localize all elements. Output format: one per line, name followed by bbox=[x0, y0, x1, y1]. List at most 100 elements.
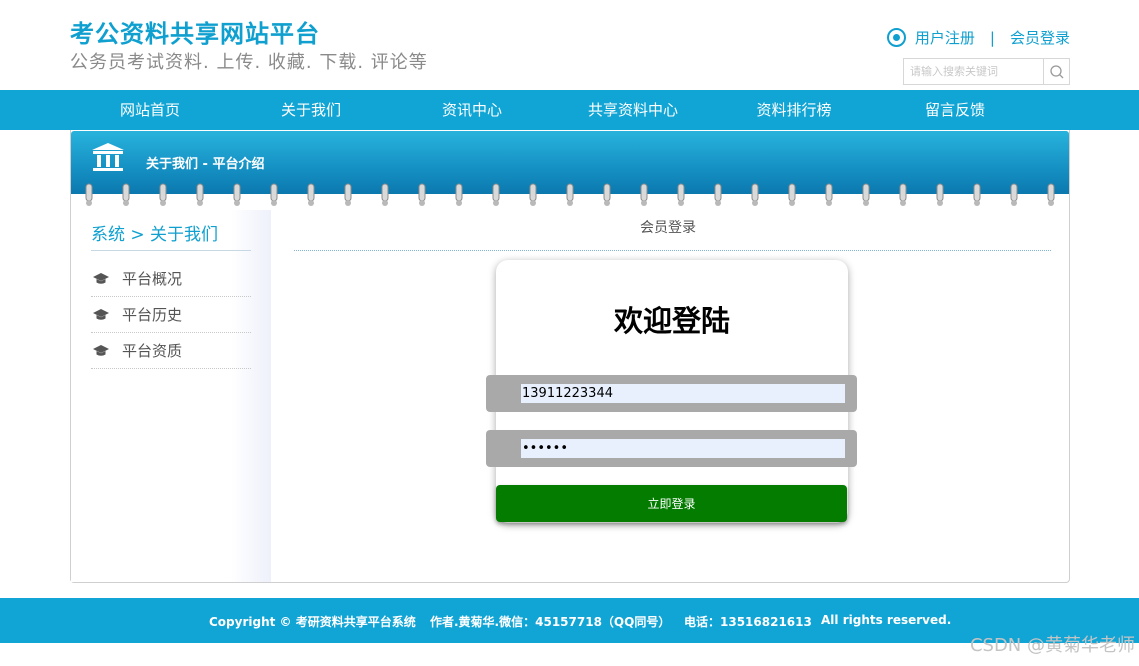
top-links: 用户注册 | 会员登录 bbox=[886, 27, 1070, 48]
binder-ring bbox=[344, 183, 352, 202]
binder-hole bbox=[308, 200, 314, 206]
binder-hole bbox=[345, 200, 351, 206]
footer-phone: 电话：13516821613 bbox=[684, 615, 812, 629]
breadcrumb-divider bbox=[294, 250, 1051, 251]
binder-hole bbox=[863, 200, 869, 206]
binder-hole bbox=[456, 200, 462, 206]
binder-ring bbox=[825, 183, 833, 202]
binder-hole bbox=[493, 200, 499, 206]
binder-ring bbox=[677, 183, 685, 202]
binder-hole bbox=[826, 200, 832, 206]
binder-ring bbox=[973, 183, 981, 202]
sidebar-item-overview[interactable]: 平台概况 bbox=[91, 261, 251, 297]
content-box: 关于我们 - 平台介绍 系统 > 关于我们 平台概况 平台历史 平台资质 会员登… bbox=[70, 130, 1070, 583]
binder-hole bbox=[86, 200, 92, 206]
binder-hole bbox=[1011, 200, 1017, 206]
search-button[interactable] bbox=[1043, 59, 1069, 84]
binder-ring bbox=[233, 183, 241, 202]
nav-shared-materials[interactable]: 共享资料中心 bbox=[588, 90, 678, 130]
binder-ring bbox=[270, 183, 278, 202]
login-title: 欢迎登陆 bbox=[613, 304, 730, 338]
banner-text: 关于我们 - 平台介绍 bbox=[146, 157, 265, 172]
sidebar-title: 系统 > 关于我们 bbox=[91, 225, 219, 245]
binder-ring bbox=[122, 183, 130, 202]
binder-hole bbox=[419, 200, 425, 206]
sidebar-divider bbox=[91, 250, 251, 251]
sidebar-item-label: 平台概况 bbox=[122, 270, 183, 288]
binder-ring bbox=[1010, 183, 1018, 202]
binder-hole bbox=[123, 200, 129, 206]
binder-hole bbox=[641, 200, 647, 206]
search-icon bbox=[1049, 64, 1063, 78]
binder-hole bbox=[789, 200, 795, 206]
register-link[interactable]: 用户注册 bbox=[915, 27, 975, 48]
binder-hole bbox=[271, 200, 277, 206]
binder-ring bbox=[936, 183, 944, 202]
binder-ring bbox=[492, 183, 500, 202]
password-input[interactable] bbox=[521, 439, 845, 458]
graduation-cap-icon bbox=[93, 272, 109, 285]
binder-hole bbox=[752, 200, 758, 206]
binder-hole bbox=[678, 200, 684, 206]
binder-ring bbox=[159, 183, 167, 202]
binder-hole bbox=[382, 200, 388, 206]
password-field-wrapper bbox=[486, 430, 857, 467]
graduation-cap-icon bbox=[93, 308, 109, 321]
footer: Copyright © 考研资料共享平台系统 作者.黄菊华.微信：4515771… bbox=[0, 598, 1139, 643]
site-title: 考公资料共享网站平台 bbox=[70, 20, 320, 48]
nav-news[interactable]: 资讯中心 bbox=[442, 90, 502, 130]
binder-hole bbox=[530, 200, 536, 206]
link-separator: | bbox=[989, 28, 995, 47]
binder-ring bbox=[455, 183, 463, 202]
binder-ring bbox=[640, 183, 648, 202]
graduation-cap-icon bbox=[93, 344, 109, 357]
binder-hole bbox=[1048, 200, 1054, 206]
binder-ring bbox=[418, 183, 426, 202]
binder-ring bbox=[714, 183, 722, 202]
binder-ring bbox=[788, 183, 796, 202]
sidebar-item-history[interactable]: 平台历史 bbox=[91, 297, 251, 333]
binder-hole bbox=[974, 200, 980, 206]
nav-ranking[interactable]: 资料排行榜 bbox=[756, 90, 831, 130]
binder-ring bbox=[196, 183, 204, 202]
nav-feedback[interactable]: 留言反馈 bbox=[925, 90, 985, 130]
binder-ring bbox=[1047, 183, 1055, 202]
radio-icon bbox=[886, 28, 906, 47]
binder-ring bbox=[307, 183, 315, 202]
binder-ring bbox=[566, 183, 574, 202]
sidebar-menu: 平台概况 平台历史 平台资质 bbox=[91, 261, 251, 369]
nav-home[interactable]: 网站首页 bbox=[120, 90, 180, 130]
watermark: CSDN @黄菊华老师 bbox=[969, 635, 1135, 656]
binder-ring bbox=[751, 183, 759, 202]
binder-ring bbox=[603, 183, 611, 202]
binder-ring bbox=[862, 183, 870, 202]
binder-ring bbox=[529, 183, 537, 202]
footer-rights: All rights reserved. bbox=[821, 613, 952, 627]
binder-hole bbox=[937, 200, 943, 206]
search-box bbox=[903, 58, 1070, 85]
binder-hole bbox=[160, 200, 166, 206]
binder-ring bbox=[85, 183, 93, 202]
username-field-wrapper bbox=[486, 375, 857, 412]
search-input[interactable] bbox=[904, 59, 1043, 84]
binder-ring bbox=[899, 183, 907, 202]
binder-hole bbox=[604, 200, 610, 206]
login-submit-button[interactable]: 立即登录 bbox=[496, 485, 847, 522]
sidebar-item-label: 平台资质 bbox=[122, 342, 183, 360]
sidebar-item-qualification[interactable]: 平台资质 bbox=[91, 333, 251, 369]
page: 考公资料共享网站平台 公务员考试资料. 上传. 收藏. 下载. 评论等 用户注册… bbox=[0, 0, 1139, 666]
binder-hole bbox=[900, 200, 906, 206]
binder-ring bbox=[381, 183, 389, 202]
username-input[interactable] bbox=[521, 384, 845, 403]
binder-hole bbox=[567, 200, 573, 206]
footer-copyright: Copyright © 考研资料共享平台系统 bbox=[209, 615, 416, 629]
binder-hole bbox=[234, 200, 240, 206]
nav-about[interactable]: 关于我们 bbox=[281, 90, 341, 130]
sidebar-item-label: 平台历史 bbox=[122, 306, 183, 324]
login-link[interactable]: 会员登录 bbox=[1010, 27, 1070, 48]
site-subtitle: 公务员考试资料. 上传. 收藏. 下载. 评论等 bbox=[70, 52, 428, 73]
footer-author: 作者.黄菊华.微信：45157718（QQ同号） bbox=[430, 615, 671, 629]
sidebar: 系统 > 关于我们 平台概况 平台历史 平台资质 bbox=[71, 210, 271, 582]
binder-rings bbox=[85, 183, 1055, 206]
institution-icon bbox=[92, 143, 124, 171]
